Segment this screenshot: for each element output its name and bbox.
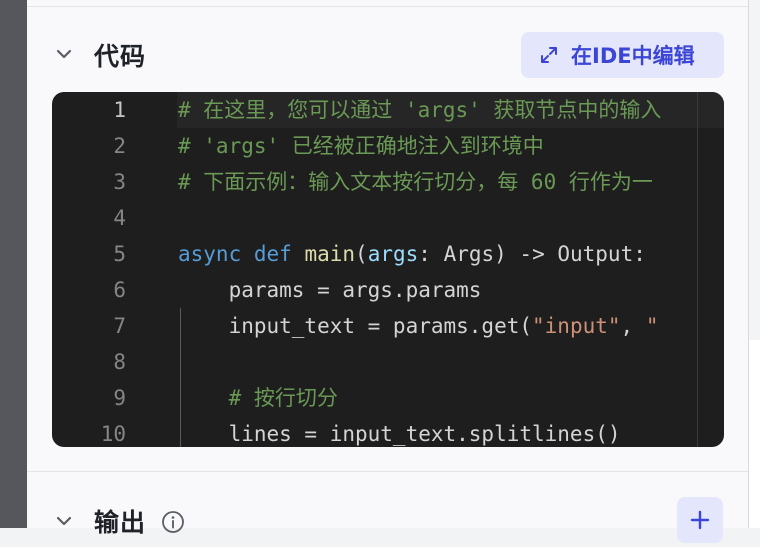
code-line[interactable]: 7 input_text = params.get("input", " [52,308,724,344]
code-line[interactable]: 8 [52,344,724,380]
code-token: ( [355,242,368,266]
code-token: main [304,242,356,266]
right-panel-edge [749,0,760,528]
divider [27,6,748,7]
chevron-down-icon[interactable] [55,45,73,63]
line-number: 8 [113,350,126,374]
code-text: async def main(args: Args) -> Output: [178,236,646,272]
line-number: 6 [113,278,126,302]
code-text: input_text = params.get("input", " [178,308,659,344]
code-token: # 在这里，您可以通过 'args' 获取节点中的输入 [178,98,662,122]
line-number: 1 [113,98,126,122]
code-token: # 'args' 已经被正确地注入到环境中 [178,134,544,158]
line-number: 9 [113,386,126,410]
code-text: # 在这里，您可以通过 'args' 获取节点中的输入 [178,92,661,128]
code-text: params = args.params [178,272,482,308]
node-config-panel: 代码 在IDE中编辑 1 # 在这里，您可以通过 'args' 获取节点中的输入 2… [27,0,749,543]
section-title: 代码 [94,42,147,71]
expand-arrows-icon [541,47,557,63]
code-token: # 按行切分 [228,386,338,410]
line-number: 3 [113,170,126,194]
side-strip [0,0,27,528]
code-text: # 'args' 已经被正确地注入到环境中 [178,128,544,164]
plus-icon [690,510,710,530]
info-icon[interactable] [161,510,185,534]
line-number: 5 [113,242,126,266]
line-number: 2 [113,134,126,158]
code-line[interactable]: 2 # 'args' 已经被正确地注入到环境中 [52,128,724,164]
code-line[interactable]: 4 [52,200,724,236]
code-line[interactable]: 1 # 在这里，您可以通过 'args' 获取节点中的输入 [52,92,724,128]
add-output-button[interactable] [677,497,723,543]
divider [27,471,748,472]
code-token: input_text = params.get( [178,314,533,338]
line-number: 10 [100,422,126,446]
chevron-down-icon[interactable] [55,512,73,530]
code-token: def [253,242,292,266]
code-token: async [178,242,242,266]
code-token: "input" [532,314,621,338]
code-line[interactable]: 9 # 按行切分 [52,380,724,416]
code-line[interactable]: 10 lines = input_text.splitlines() [52,416,724,447]
edit-in-ide-button[interactable]: 在IDE中编辑 [521,32,724,78]
code-token: params = args.params [178,278,482,302]
code-token: : Args) -> Output: [418,242,646,266]
code-token: lines = input_text.splitlines() [178,422,621,446]
code-line[interactable]: 5 async def main(args: Args) -> Output: [52,236,724,272]
code-token: args [367,242,419,266]
output-section-header[interactable]: 输出 [27,500,748,540]
code-line[interactable]: 6 params = args.params [52,272,724,308]
code-text: # 按行切分 [178,380,338,416]
line-number: 7 [113,314,126,338]
section-title: 输出 [94,508,147,537]
code-token: # 下面示例：输入文本按行切分，每 60 行作为一 [178,170,653,194]
right-panel-edge-content [749,340,760,528]
code-line[interactable]: 3 # 下面示例：输入文本按行切分，每 60 行作为一 [52,164,724,200]
line-number: 4 [113,206,126,230]
code-text: lines = input_text.splitlines() [178,416,621,447]
edit-in-ide-label: 在IDE中编辑 [571,44,695,68]
code-token: " [645,314,659,338]
code-editor[interactable]: 1 # 在这里，您可以通过 'args' 获取节点中的输入 2 # 'args' 已经… [52,92,724,447]
code-text: # 下面示例：输入文本按行切分，每 60 行作为一 [178,164,653,200]
code-token: , [620,314,646,338]
